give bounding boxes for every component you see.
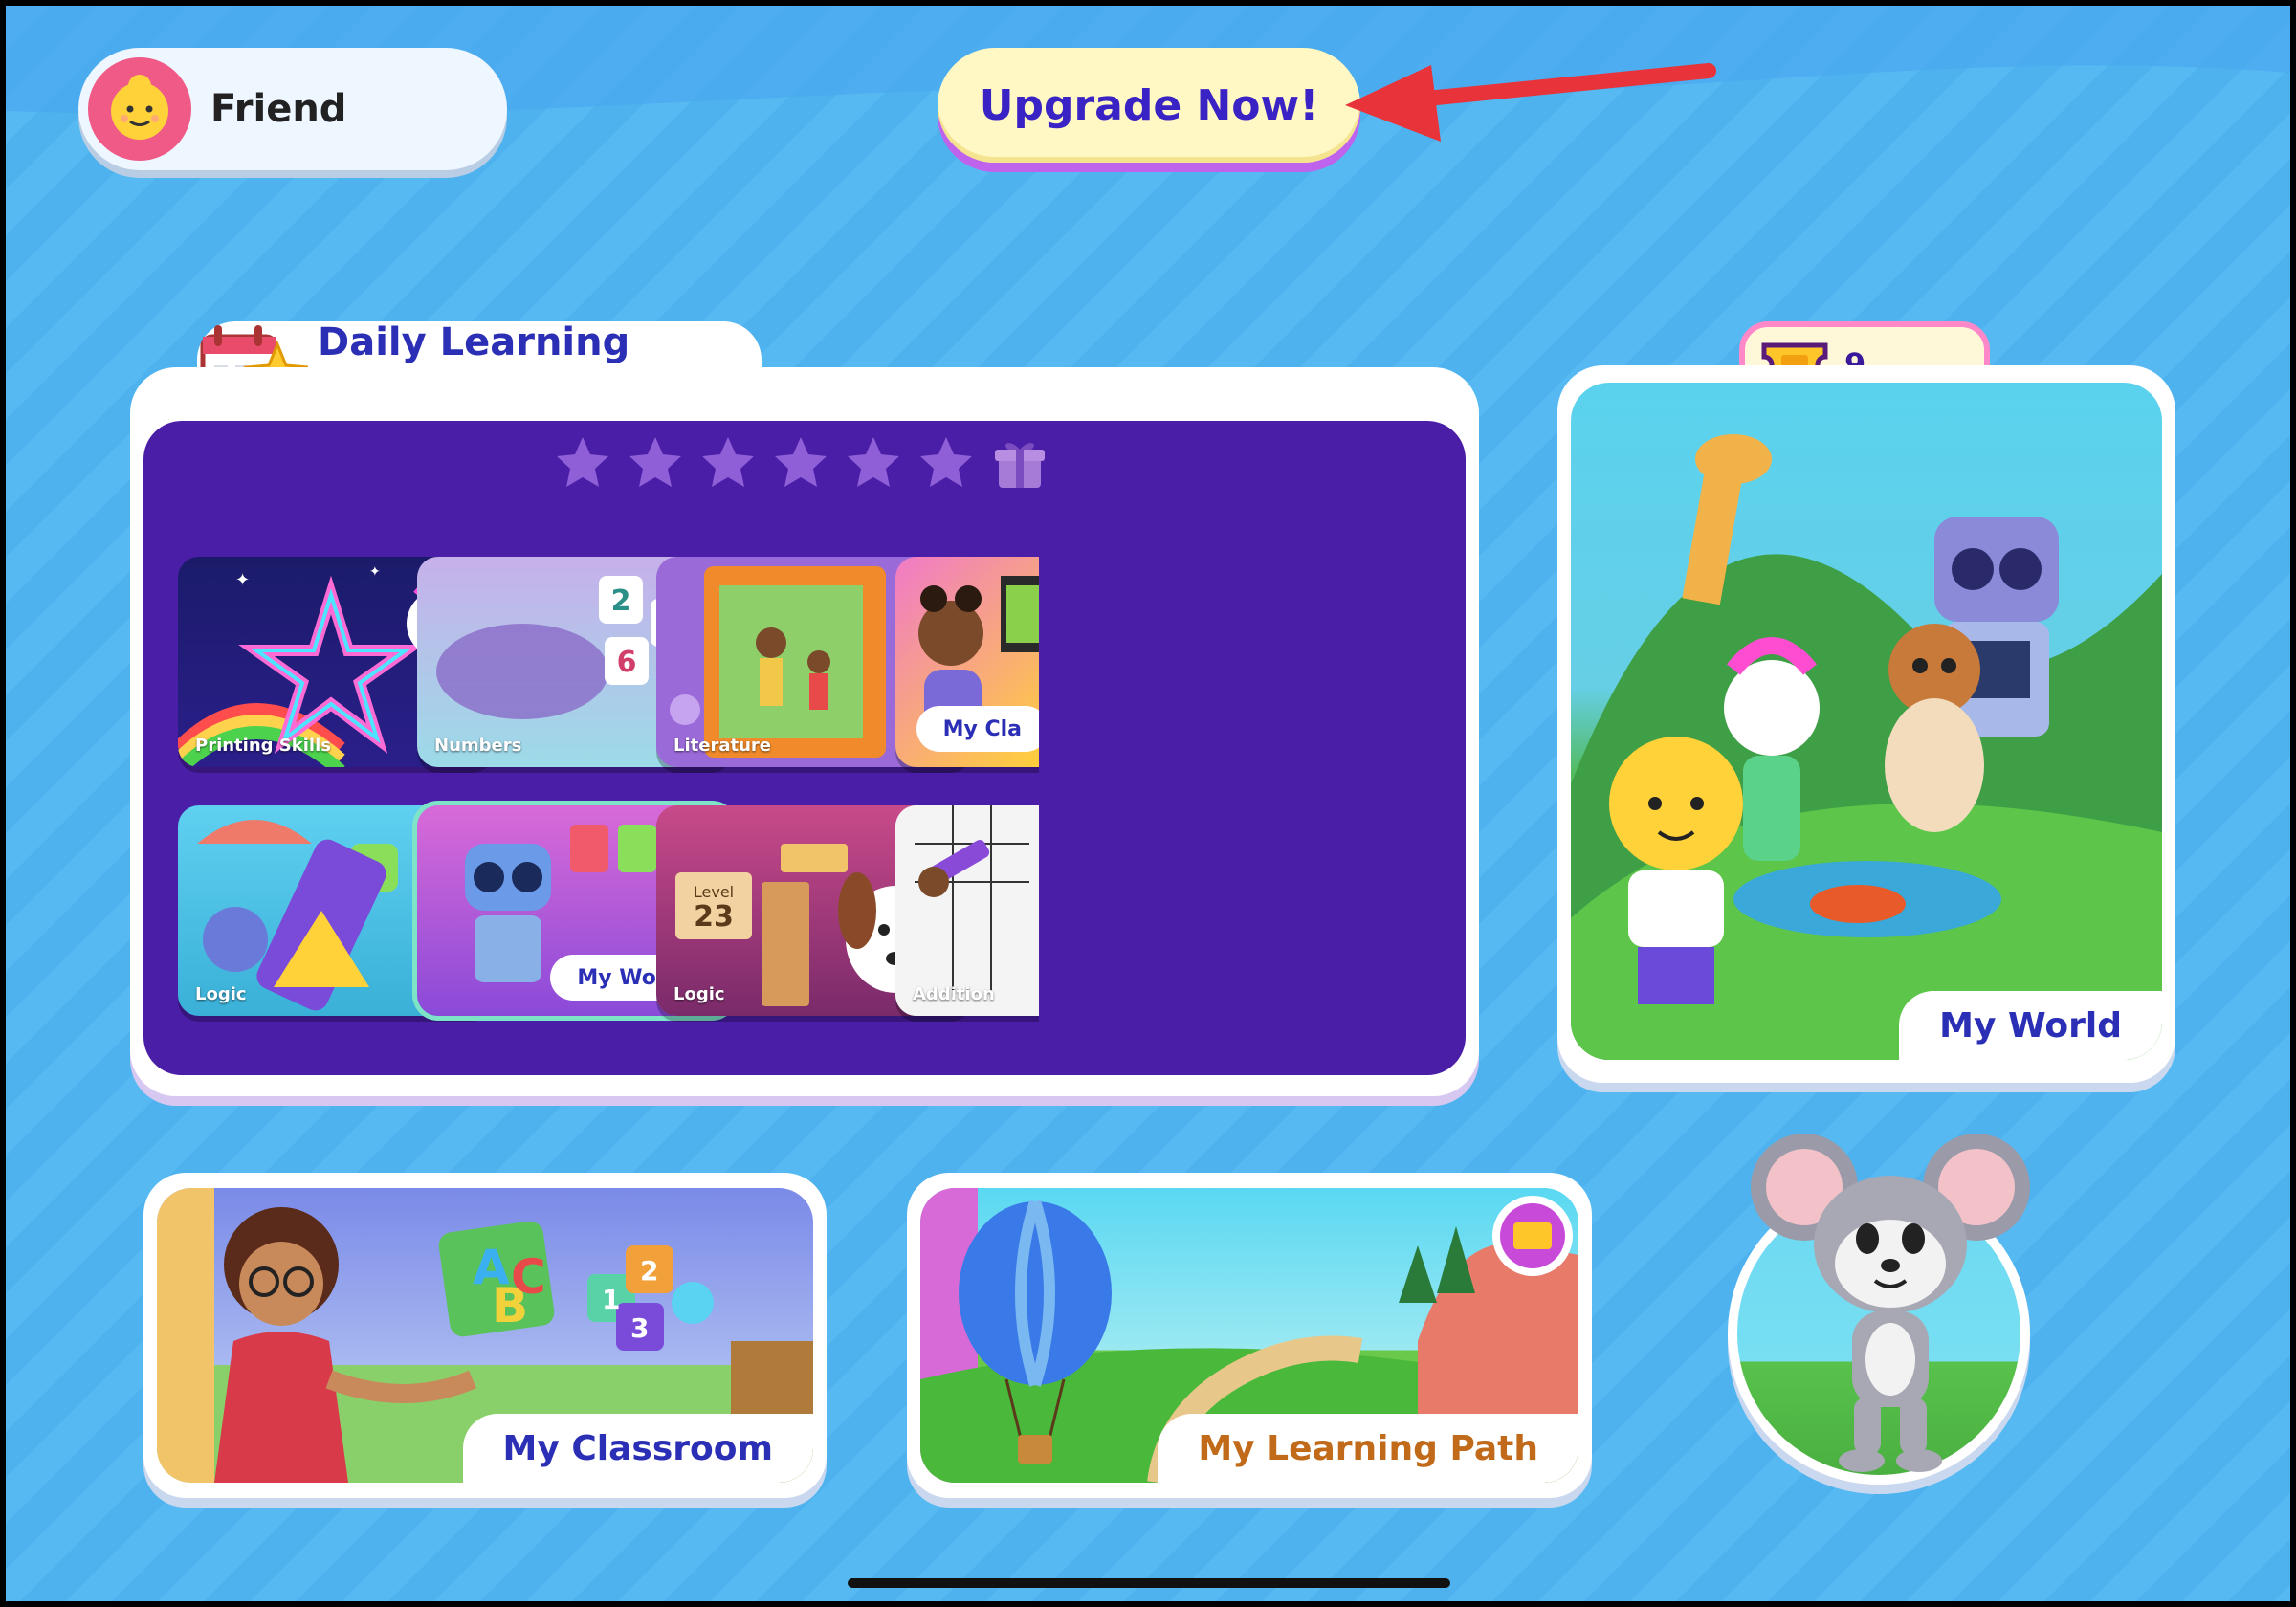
my-learning-path-card[interactable]: My Learning Path (907, 1173, 1592, 1498)
tile-pill: My Cla (916, 706, 1039, 752)
tile-label: Addition (913, 984, 995, 1004)
svg-text:C: C (511, 1249, 546, 1305)
svg-text:6: 6 (617, 646, 637, 679)
daily-quest-panel: ✦ ✦ Printing Skills 2 4 6 8 Numbers (144, 421, 1466, 1075)
my-world-label: My World (1899, 991, 2162, 1060)
svg-text:Level: Level (694, 883, 734, 901)
activity-tile[interactable]: Addition (895, 805, 1039, 1016)
tile-label: Numbers (434, 736, 522, 756)
svg-text:2: 2 (611, 584, 631, 618)
mouse-mascot-icon[interactable] (1747, 1120, 2034, 1484)
star-icon (848, 437, 899, 487)
my-world-card[interactable]: My World (1557, 365, 2175, 1083)
svg-text:2: 2 (640, 1255, 658, 1287)
svg-text:23: 23 (694, 900, 734, 934)
child-face-icon (111, 75, 168, 140)
tile-label: Literature (673, 736, 771, 756)
star-icon (702, 437, 754, 487)
avatar (88, 57, 191, 161)
app-screen: Friend Upgrade Now! Daily Learning Quest (6, 6, 2290, 1601)
upgrade-button[interactable]: Upgrade Now! (938, 48, 1360, 163)
tile-label: Printing Skills (195, 736, 331, 756)
my-learning-path-scene: My Learning Path (920, 1188, 1578, 1483)
world-characters-art (1571, 434, 2162, 1060)
tile-label: Logic (195, 984, 247, 1004)
gift-icon (995, 443, 1045, 488)
home-indicator[interactable] (848, 1578, 1450, 1588)
red-arrow-icon (1345, 63, 1716, 142)
star-icon (557, 437, 608, 487)
my-classroom-scene: A B C 1 2 3 My Classroom (157, 1188, 813, 1483)
star-icon (629, 437, 681, 487)
star-icon (920, 437, 972, 487)
activity-tile[interactable]: My Cla (895, 557, 1039, 767)
my-classroom-label: My Classroom (462, 1414, 813, 1483)
svg-text:1: 1 (602, 1284, 620, 1315)
svg-text:✦: ✦ (235, 570, 250, 590)
svg-text:3: 3 (630, 1312, 649, 1344)
star-icon (775, 437, 827, 487)
my-world-scene: My World (1571, 383, 2162, 1060)
my-classroom-card[interactable]: A B C 1 2 3 My Classroom (144, 1173, 827, 1498)
svg-text:✦: ✦ (369, 564, 381, 580)
profile-name: Friend (210, 87, 347, 131)
tile-label: Logic (673, 984, 725, 1004)
profile-pill[interactable]: Friend (78, 48, 507, 170)
upgrade-label: Upgrade Now! (979, 80, 1319, 130)
my-learning-path-label: My Learning Path (1158, 1414, 1578, 1483)
daily-quest-card: ✦ ✦ Printing Skills 2 4 6 8 Numbers (130, 367, 1479, 1096)
quest-progress-stars (555, 434, 1049, 492)
